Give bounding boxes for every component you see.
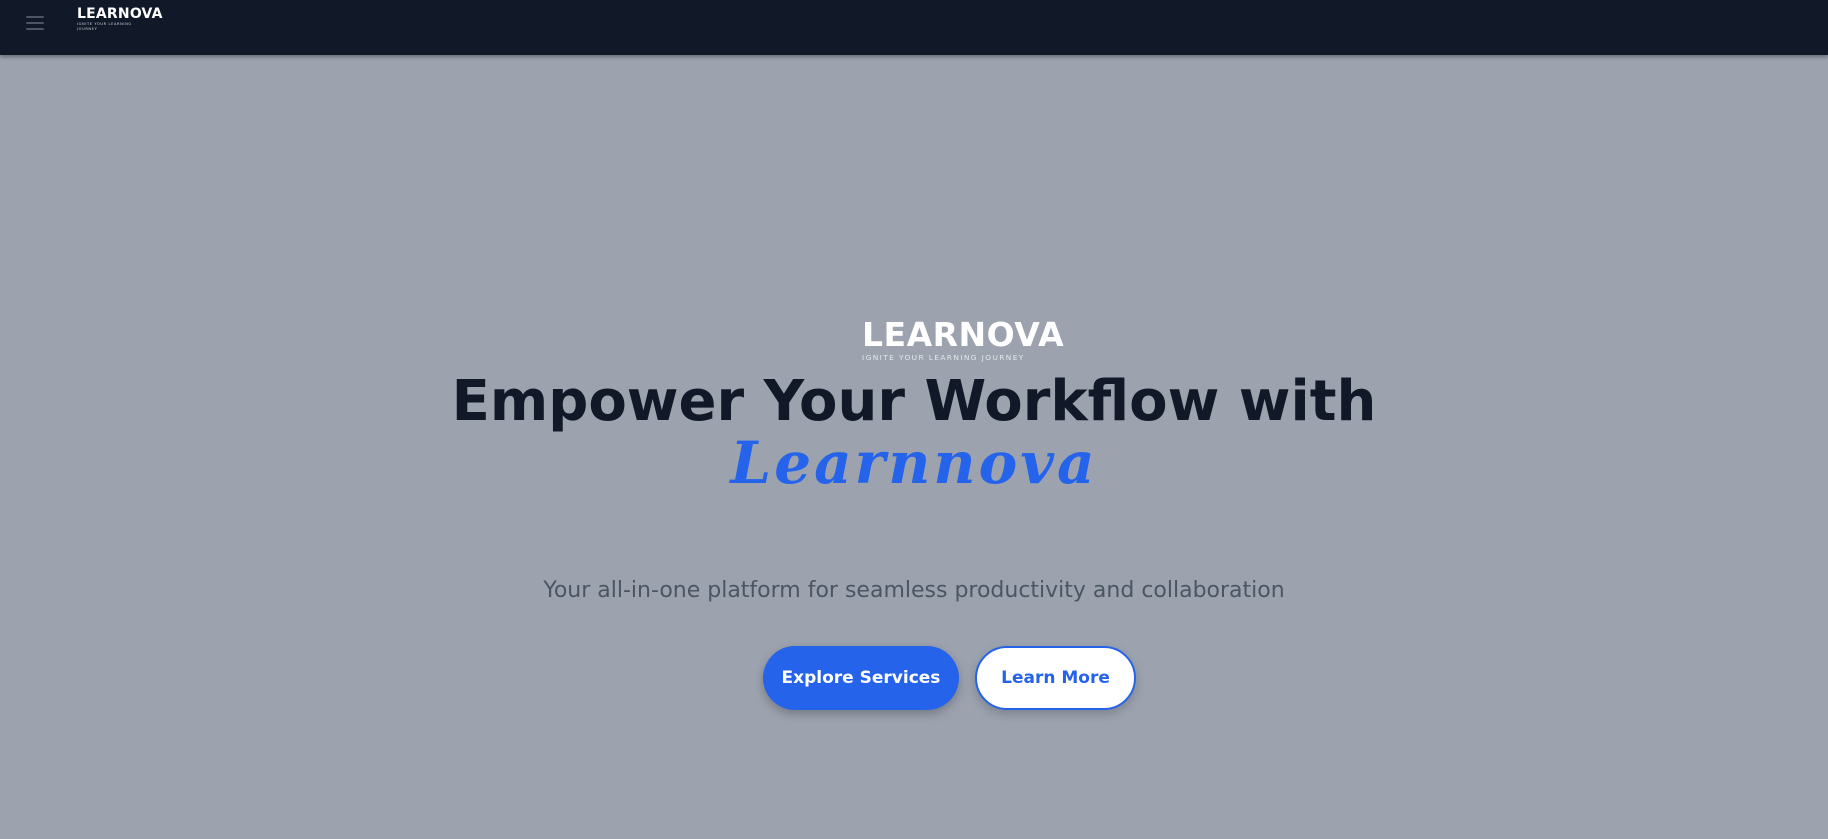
nav-logo-wordmark: LEARNOVA xyxy=(77,6,163,22)
menu-line xyxy=(26,22,44,24)
menu-line xyxy=(26,28,44,30)
nav-logo[interactable]: LEARNOVA IGNITE YOUR LEARNING JOURNEY xyxy=(77,6,163,31)
nav-logo-tagline: IGNITE YOUR LEARNING JOURNEY xyxy=(77,22,132,31)
hero-logo: LEARNOVA IGNITE YOUR LEARNING JOURNEY xyxy=(862,315,1065,365)
menu-line xyxy=(26,16,44,18)
hamburger-menu-icon[interactable] xyxy=(24,12,48,34)
hero-brand-name: Learnnova xyxy=(730,429,1098,497)
hero-title: Empower Your Workflow with xyxy=(451,369,1377,434)
explore-services-button[interactable]: Explore Services xyxy=(763,646,959,710)
hero-logo-wordmark: LEARNOVA xyxy=(862,315,1065,354)
learn-more-button[interactable]: Learn More xyxy=(975,646,1136,710)
top-navbar: LEARNOVA IGNITE YOUR LEARNING JOURNEY xyxy=(0,0,1828,55)
hero-logo-tagline: IGNITE YOUR LEARNING JOURNEY xyxy=(862,353,1025,362)
hero-subtitle: Your all-in-one platform for seamless pr… xyxy=(543,578,1285,603)
